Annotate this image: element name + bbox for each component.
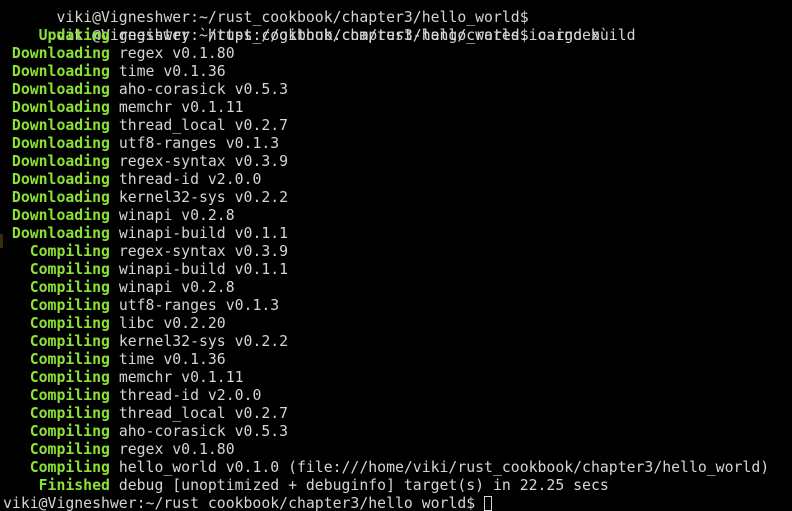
output-text: utf8-ranges v0.1.3 xyxy=(109,297,280,314)
output-text: regex v0.1.80 xyxy=(109,45,235,62)
output-text: aho-corasick v0.5.3 xyxy=(109,81,289,98)
output-text: registry `https://github.com/rust-lang/c… xyxy=(109,27,609,44)
output-text: time v0.1.36 xyxy=(109,351,226,368)
output-line: Downloading winapi-build v0.1.1 xyxy=(3,225,769,243)
output-line: Downloading memchr v0.1.11 xyxy=(3,99,769,117)
output-text: aho-corasick v0.5.3 xyxy=(109,423,289,440)
status-label: Downloading xyxy=(3,135,110,152)
status-label: Downloading xyxy=(3,117,110,134)
status-label: Compiling xyxy=(3,423,110,440)
output-text: debug [unoptimized + debuginfo] target(s… xyxy=(109,477,609,494)
output-line: Compiling libc v0.2.20 xyxy=(3,315,769,333)
output-text: utf8-ranges v0.1.3 xyxy=(109,135,280,152)
output-text: thread_local v0.2.7 xyxy=(109,117,289,134)
output-line: Downloading aho-corasick v0.5.3 xyxy=(3,81,769,99)
output-line: Updating registry `https://github.com/ru… xyxy=(3,27,769,45)
output-text: winapi-build v0.1.1 xyxy=(109,261,289,278)
output-text: winapi v0.2.8 xyxy=(109,207,235,224)
status-label: Compiling xyxy=(3,459,110,476)
output-line: Downloading winapi v0.2.8 xyxy=(3,207,769,225)
output-text: hello_world v0.1.0 (file:///home/viki/ru… xyxy=(109,459,770,476)
current-prompt-line[interactable]: viki@Vigneshwer:~/rust_cookbook/chapter3… xyxy=(3,495,769,511)
status-label: Compiling xyxy=(3,315,110,332)
output-text: regex-syntax v0.3.9 xyxy=(109,243,289,260)
prompt-text: viki@Vigneshwer:~/rust_cookbook/chapter3… xyxy=(56,9,529,26)
status-label: Downloading xyxy=(3,153,110,170)
output-text: regex-syntax v0.3.9 xyxy=(109,153,289,170)
status-label: Compiling xyxy=(3,351,110,368)
output-line: Compiling time v0.1.36 xyxy=(3,351,769,369)
output-text: memchr v0.1.11 xyxy=(109,99,244,116)
output-text: regex v0.1.80 xyxy=(109,441,235,458)
status-label: Downloading xyxy=(3,189,110,206)
output-text: thread-id v2.0.0 xyxy=(109,387,262,404)
previous-prompt-line: viki@Vigneshwer:~/rust_cookbook/chapter3… xyxy=(3,0,769,26)
output-line: Compiling memchr v0.1.11 xyxy=(3,369,769,387)
status-label: Downloading xyxy=(3,81,110,98)
output-line: Compiling regex v0.1.80 xyxy=(3,441,769,459)
output-text: thread_local v0.2.7 xyxy=(109,405,289,422)
cursor-block xyxy=(484,496,493,511)
status-label: Compiling xyxy=(3,279,110,296)
output-line: Compiling hello_world v0.1.0 (file:///ho… xyxy=(3,459,769,477)
output-line: Downloading thread_local v0.2.7 xyxy=(3,117,769,135)
output-line: Downloading kernel32-sys v0.2.2 xyxy=(3,189,769,207)
output-line: Compiling aho-corasick v0.5.3 xyxy=(3,423,769,441)
status-label: Compiling xyxy=(3,243,110,260)
terminal-output: viki@Vigneshwer:~/rust_cookbook/chapter3… xyxy=(3,0,769,511)
output-line: Downloading regex v0.1.80 xyxy=(3,45,769,63)
terminal-window[interactable]: viki@Vigneshwer:~/rust_cookbook/chapter3… xyxy=(0,0,792,511)
output-text: kernel32-sys v0.2.2 xyxy=(109,189,289,206)
status-label: Downloading xyxy=(3,171,110,188)
status-label: Downloading xyxy=(3,207,110,224)
output-line: Downloading utf8-ranges v0.1.3 xyxy=(3,135,769,153)
status-label: Compiling xyxy=(3,441,110,458)
status-label: Downloading xyxy=(3,99,110,116)
output-text: time v0.1.36 xyxy=(109,63,226,80)
output-text: kernel32-sys v0.2.2 xyxy=(109,333,289,350)
output-text: thread-id v2.0.0 xyxy=(109,171,262,188)
output-text: winapi v0.2.8 xyxy=(109,279,235,296)
status-label: Finished xyxy=(3,477,110,494)
status-label: Downloading xyxy=(3,63,110,80)
output-line: Compiling winapi v0.2.8 xyxy=(3,279,769,297)
status-label: Compiling xyxy=(3,405,110,422)
output-line: Compiling winapi-build v0.1.1 xyxy=(3,261,769,279)
status-label: Compiling xyxy=(3,297,110,314)
output-line: Compiling thread-id v2.0.0 xyxy=(3,387,769,405)
status-label: Compiling xyxy=(3,387,110,404)
output-line: Downloading regex-syntax v0.3.9 xyxy=(3,153,769,171)
output-line: Compiling regex-syntax v0.3.9 xyxy=(3,243,769,261)
output-line: Finished debug [unoptimized + debuginfo]… xyxy=(3,477,769,495)
status-label: Compiling xyxy=(3,369,110,386)
status-label: Updating xyxy=(3,27,110,44)
output-text: memchr v0.1.11 xyxy=(109,369,244,386)
status-label: Compiling xyxy=(3,333,110,350)
output-text: winapi-build v0.1.1 xyxy=(109,225,289,242)
output-line: Downloading time v0.1.36 xyxy=(3,63,769,81)
output-line: Compiling thread_local v0.2.7 xyxy=(3,405,769,423)
output-text: libc v0.2.20 xyxy=(109,315,226,332)
output-line: Compiling kernel32-sys v0.2.2 xyxy=(3,333,769,351)
status-label: Downloading xyxy=(3,45,110,62)
output-line: Compiling utf8-ranges v0.1.3 xyxy=(3,297,769,315)
status-label: Downloading xyxy=(3,225,110,242)
status-label: Compiling xyxy=(3,261,110,278)
output-line: Downloading thread-id v2.0.0 xyxy=(3,171,769,189)
prompt-text: viki@Vigneshwer:~/rust_cookbook/chapter3… xyxy=(3,495,485,511)
